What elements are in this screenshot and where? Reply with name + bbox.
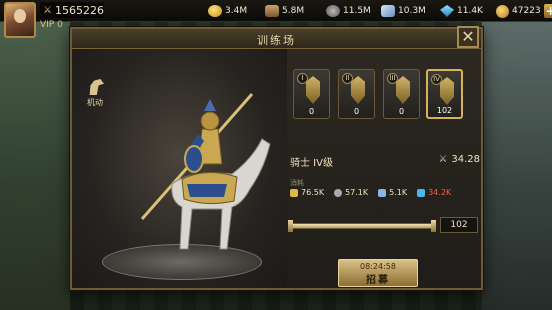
crystal-icon (440, 5, 454, 17)
tier-count: 0 (398, 107, 405, 116)
vip-label[interactable]: VIP 0 (40, 20, 63, 32)
tier-badge: I (297, 73, 308, 84)
stone-icon (334, 188, 343, 197)
power-value: 1565226 (54, 3, 104, 17)
cost-label: 消耗 (290, 179, 304, 187)
cost-iron: 5.1K (378, 188, 407, 197)
power-icon: ⚔ (43, 4, 52, 16)
tier-card-2[interactable]: II 0 (338, 69, 375, 119)
resource-stone[interactable]: 11.5M (326, 3, 371, 19)
iron-icon (378, 188, 387, 197)
tier-badge: II (342, 73, 353, 84)
knight-illustration (140, 93, 271, 250)
resource-wood[interactable]: 5.8M (265, 3, 304, 19)
tier-count: 0 (353, 107, 360, 116)
tier-card-3[interactable]: III 0 (383, 69, 420, 119)
training-panel: I 0 II 0 III 0 IV 102 骑士 IV级 ⚔ 34.28 消耗 … (288, 51, 480, 288)
stone-icon (326, 5, 340, 17)
tier-selector: I 0 II 0 III 0 IV 102 (290, 69, 480, 131)
training-dialog: 训练场 ✕ 机动 I 0 II 0 III 0 IV 102 骑士 IV级 ⚔ … (70, 26, 483, 290)
cost-stone: 57.1K (334, 188, 368, 197)
food-icon (208, 5, 222, 17)
cost-list: 76.5K 57.1K 5.1K 34.2K (290, 188, 451, 197)
cost-food: 76.5K (290, 188, 324, 197)
slider-min-cap (288, 220, 293, 232)
tier-badge: III (387, 73, 398, 84)
unit-power: ⚔ 34.28 (438, 154, 480, 165)
unit-stage: 机动 (72, 49, 287, 288)
resource-gold[interactable]: 47223 + (496, 3, 552, 19)
power-display: ⚔ 1565226 (40, 2, 104, 18)
tier-count: 0 (308, 107, 315, 116)
add-gold-button[interactable]: + (543, 4, 552, 18)
tier-card-1[interactable]: I 0 (293, 69, 330, 119)
recruit-timer: 08:24:58 (360, 262, 396, 271)
side-tab-label: 机动 (87, 98, 103, 107)
quantity-input[interactable]: 102 (440, 217, 478, 233)
slider-handle[interactable] (431, 220, 436, 232)
cost-value: 57.1K (345, 188, 369, 197)
close-button[interactable]: ✕ (457, 26, 479, 48)
wood-icon (265, 5, 279, 17)
dialog-title-bar: 训练场 ✕ (72, 26, 481, 49)
tier-card-4[interactable]: IV 102 (426, 69, 463, 119)
recruit-button[interactable]: 08:24:58 招募 (338, 259, 418, 287)
resource-value: 11.4K (457, 6, 483, 16)
cost-value: 76.5K (301, 188, 325, 197)
tier-badge: IV (431, 74, 442, 85)
resource-value: 11.5M (343, 6, 371, 16)
unit-power-value: 34.28 (451, 154, 480, 165)
iron-icon (381, 5, 395, 17)
gold-value: 47223 (512, 6, 541, 16)
resource-value: 10.3M (398, 6, 426, 16)
quantity-slider[interactable] (288, 220, 436, 232)
recruit-label: 招募 (366, 275, 390, 286)
dialog-title: 训练场 (257, 34, 296, 47)
power-icon: ⚔ (438, 154, 448, 165)
tier-count: 102 (436, 106, 453, 115)
slider-fill (291, 224, 434, 228)
player-avatar[interactable] (4, 2, 36, 38)
unit-name: 骑士 IV级 (290, 158, 333, 169)
resource-value: 5.8M (282, 6, 305, 16)
cost-value: 5.1K (389, 188, 408, 197)
cost-value: 34.2K (428, 188, 452, 197)
resource-value: 3.4M (225, 6, 248, 16)
gold-icon (496, 4, 509, 18)
resource-crystal[interactable]: 11.4K (440, 3, 483, 19)
resource-iron[interactable]: 10.3M (381, 3, 426, 19)
resource-food[interactable]: 3.4M (208, 3, 247, 19)
horse-icon (89, 79, 104, 95)
cost-crystal: 34.2K (417, 188, 451, 197)
food-icon (290, 188, 298, 197)
crystal-icon (417, 188, 426, 197)
side-tab-cavalry[interactable]: 机动 (80, 79, 110, 108)
